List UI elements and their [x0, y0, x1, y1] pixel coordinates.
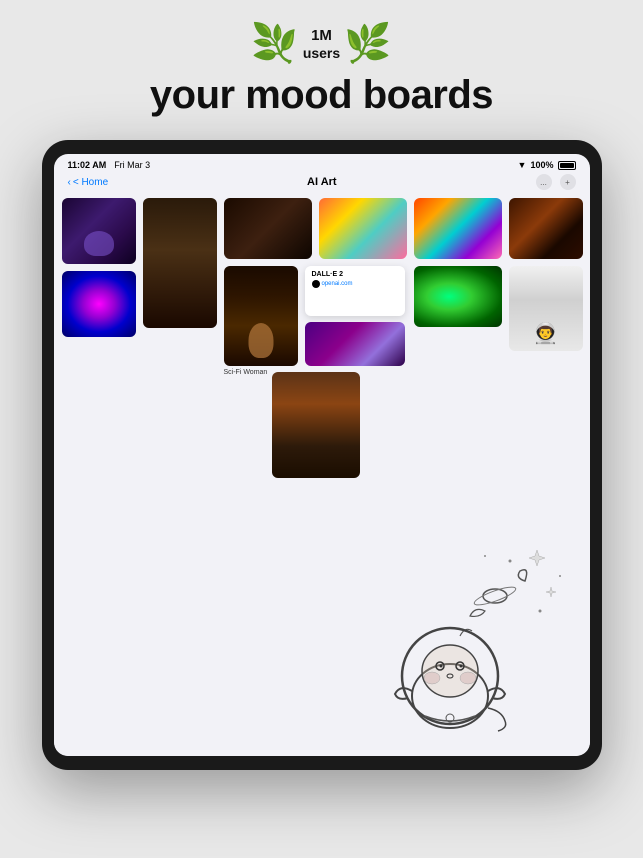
wifi-icon: ▼: [518, 160, 527, 170]
ipad-frame: 11:02 AM Fri Mar 3 ▼ 100% ‹ < Home AI Ar: [42, 140, 602, 770]
laurel-badge: 🌿 1M users 🌿: [251, 22, 391, 66]
laurel-left-icon: 🌿: [251, 22, 298, 66]
tile-astronaut[interactable]: [509, 266, 583, 351]
tile-chandelier[interactable]: [224, 198, 312, 259]
tile-warm-room[interactable]: [509, 198, 583, 259]
space-hamster-svg: [340, 536, 580, 746]
back-label: < Home: [73, 177, 108, 188]
top-section: 🌿 1M users 🌿 your mood boards: [150, 0, 493, 132]
ipad-device: 11:02 AM Fri Mar 3 ▼ 100% ‹ < Home AI Ar: [42, 140, 602, 770]
tile-purple-creatures[interactable]: [305, 322, 405, 366]
status-date: Fri Mar 3: [114, 160, 150, 170]
tile-abstract-tunnel[interactable]: [62, 271, 136, 337]
nav-actions: ... +: [536, 174, 576, 190]
nav-back-button[interactable]: ‹ < Home: [68, 177, 109, 188]
badge-number: 1M: [311, 27, 332, 45]
status-time: 11:02 AM: [68, 160, 107, 170]
tile-space-figures[interactable]: [62, 198, 136, 264]
moodboard: DALL·E 2 openai.com Sci-Fi Woman: [54, 194, 590, 756]
headline-text: your mood boards: [150, 72, 493, 118]
dalle-title: DALL·E 2: [312, 271, 398, 278]
battery-text: 100%: [530, 160, 553, 170]
add-button[interactable]: +: [560, 174, 576, 190]
badge-label: users: [303, 45, 340, 62]
tile-meditation-figure[interactable]: [272, 372, 360, 478]
moodboard-content: DALL·E 2 openai.com Sci-Fi Woman: [54, 194, 590, 756]
tile-dalle-card[interactable]: DALL·E 2 openai.com: [305, 266, 405, 316]
sci-fi-woman-label: Sci-Fi Woman: [224, 369, 268, 376]
nav-bar: ‹ < Home AI Art ... +: [54, 172, 590, 194]
battery-icon: [558, 161, 576, 170]
tile-colorful-toys[interactable]: [414, 198, 502, 259]
laurel-right-icon: 🌿: [344, 22, 391, 66]
badge-text: 1M users: [303, 27, 340, 62]
openai-icon: [312, 280, 320, 288]
status-right: ▼ 100%: [518, 160, 576, 170]
tile-woman-portrait[interactable]: [224, 266, 298, 366]
tile-dark-creature[interactable]: [143, 198, 217, 328]
nav-title: AI Art: [307, 176, 337, 188]
tile-toys[interactable]: [319, 198, 407, 259]
dalle-url: openai.com: [312, 280, 398, 288]
more-options-button[interactable]: ...: [536, 174, 552, 190]
chevron-left-icon: ‹: [68, 177, 71, 188]
drawing-illustration: [340, 536, 580, 746]
tile-green-monsters[interactable]: [414, 266, 502, 327]
status-bar: 11:02 AM Fri Mar 3 ▼ 100%: [54, 154, 590, 172]
ipad-screen: 11:02 AM Fri Mar 3 ▼ 100% ‹ < Home AI Ar: [54, 154, 590, 756]
